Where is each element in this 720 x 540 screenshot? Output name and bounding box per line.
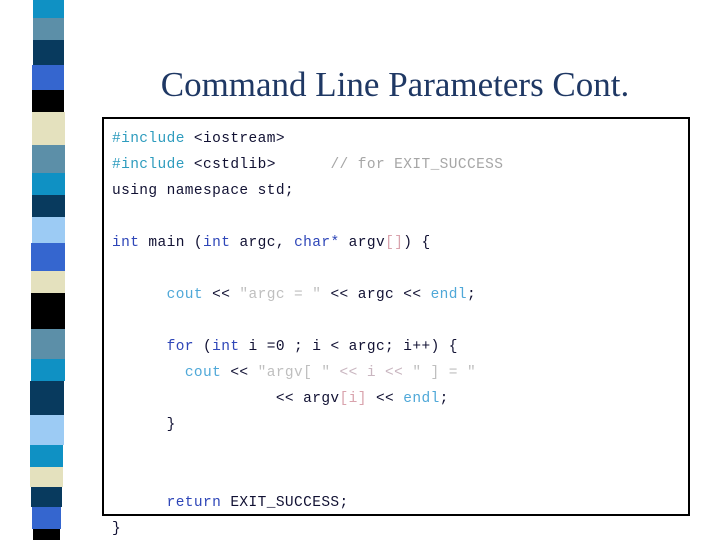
stripe-band-13 (31, 329, 65, 359)
code-token-keyword: int (112, 235, 140, 251)
stripe-band-14 (31, 359, 65, 381)
stripe-band-5 (32, 112, 65, 145)
code-token-plain: argv (339, 235, 386, 251)
code-token-plain: ; (439, 391, 449, 407)
stripe-band-11 (31, 271, 65, 293)
code-listing: #include <iostream> #include <cstdlib> //… (112, 126, 684, 540)
code-token-plain: << (203, 287, 240, 303)
code-token-index: [i] (339, 391, 367, 407)
stripe-band-6 (32, 145, 65, 173)
code-token-keyword: for (166, 339, 194, 355)
code-token-comment: // for EXIT_SUCCESS (330, 157, 504, 173)
code-line: using namespace std; (112, 178, 684, 204)
stripe-band-19 (31, 487, 62, 507)
stripe-band-18 (30, 467, 63, 487)
decorative-left-stripe (0, 0, 90, 540)
stripe-band-4 (32, 90, 64, 112)
code-token-keyword: int (212, 339, 240, 355)
code-line: return EXIT_SUCCESS; (112, 490, 684, 516)
code-line: cout << "argv[ " << i << " ] = " (112, 360, 684, 386)
code-token-preprocessor: #include (112, 131, 185, 147)
code-token-string-dim: << i << (330, 365, 413, 381)
stripe-band-9 (32, 217, 65, 243)
code-line: #include <iostream> (112, 126, 684, 152)
stripe-band-16 (30, 415, 64, 445)
code-token-stream: cout (166, 287, 204, 303)
code-token-plain: << argc << (321, 287, 431, 303)
code-token-plain: <cstdlib> (193, 157, 276, 173)
code-line: #include <cstdlib> // for EXIT_SUCCESS (112, 152, 684, 178)
stripe-band-8 (32, 195, 65, 217)
code-token-plain: ) { (403, 235, 431, 251)
code-token-index: [] (385, 235, 404, 251)
code-token-string: "argv[ " (257, 365, 331, 381)
stripe-band-21 (33, 529, 60, 540)
code-token-plain: <iostream> (193, 131, 285, 147)
code-token-plain: using namespace std; (112, 183, 295, 199)
code-token-stream: cout (184, 365, 222, 381)
code-token-plain: } (112, 521, 122, 537)
page-title: Command Line Parameters Cont. (160, 65, 630, 104)
code-token-plain: argc, (230, 235, 295, 251)
code-line: cout << "argc = " << argc << endl; (112, 282, 684, 308)
code-token-stream: endl (403, 391, 440, 407)
stripe-band-17 (30, 445, 63, 467)
code-block: #include <iostream> #include <cstdlib> //… (102, 117, 690, 537)
code-token-plain: ( (193, 339, 213, 355)
code-token-string: "argc = " (239, 287, 322, 303)
stripe-band-0 (33, 0, 64, 18)
code-token-plain: << (366, 391, 404, 407)
stripe-band-3 (32, 65, 64, 90)
code-line: << argv[i] << endl; (112, 386, 684, 412)
code-token-plain: EXIT_SUCCESS; (221, 495, 349, 511)
slide-canvas: Command Line Parameters Cont. #include <… (0, 0, 720, 540)
code-token-keyword: char* (294, 235, 340, 251)
code-line: for (int i =0 ; i < argc; i++) { (112, 334, 684, 360)
code-token-plain: ; (466, 287, 477, 303)
stripe-band-1 (33, 18, 64, 40)
code-token-plain: << argv (275, 391, 340, 407)
code-token-stream: endl (430, 287, 467, 303)
code-token-preprocessor: #include (112, 157, 185, 173)
stripe-band-15 (30, 381, 64, 415)
code-token-plain: } (166, 417, 176, 433)
stripe-band-12 (31, 293, 65, 329)
code-line: int main (int argc, char* argv[]) { (112, 230, 684, 256)
code-token-keyword: int (203, 235, 231, 251)
code-token-string: " ] = " (412, 365, 477, 381)
code-line: } (112, 516, 684, 540)
code-token-keyword: return (166, 495, 222, 511)
stripe-band-20 (32, 507, 61, 529)
code-token-plain: main ( (139, 235, 204, 251)
stripe-band-10 (31, 243, 65, 271)
code-line: } (112, 412, 684, 438)
stripe-band-2 (33, 40, 64, 65)
code-token-plain: << (221, 365, 258, 381)
stripe-band-7 (32, 173, 65, 195)
code-token-plain: i =0 ; i < argc; i++) { (239, 339, 458, 355)
